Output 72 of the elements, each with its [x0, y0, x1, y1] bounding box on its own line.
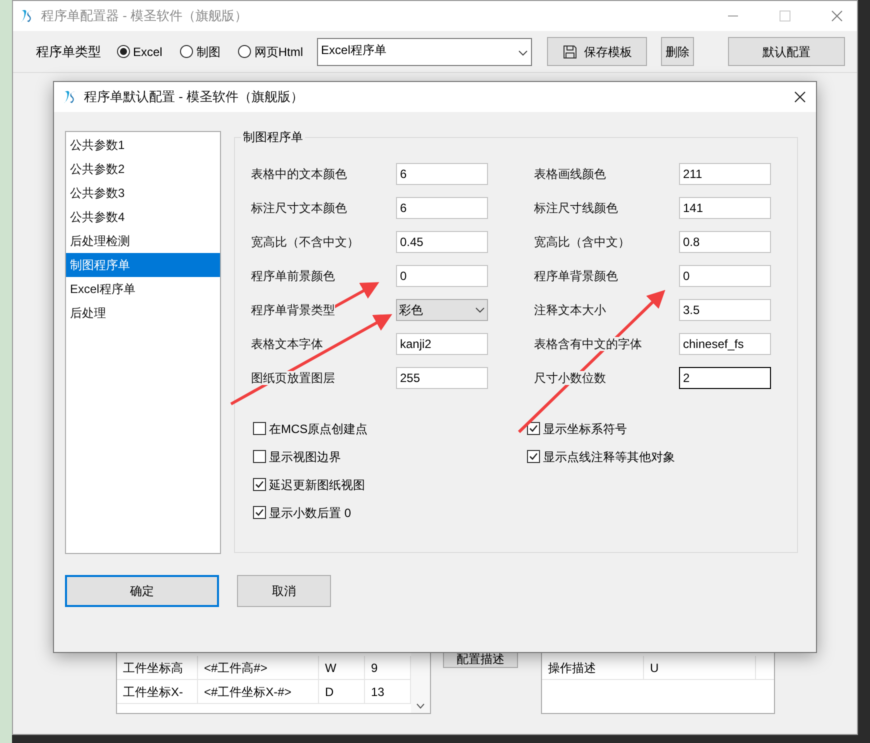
list-item[interactable]: 公共参数4 [66, 205, 220, 229]
table-cell: W [319, 656, 365, 679]
input-field[interactable]: 0 [679, 265, 771, 287]
field-label: 尺寸小数位数 [534, 371, 606, 385]
field-label: 标注尺寸文本颜色 [251, 201, 347, 215]
dialog-title: 程序单默认配置 - 模圣软件（旗舰版） [84, 88, 304, 106]
list-item[interactable]: 公共参数2 [66, 157, 220, 181]
input-field[interactable]: 0 [396, 265, 488, 287]
checkbox-label: 显示点线注释等其他对象 [543, 448, 675, 466]
cancel-button[interactable]: 取消 [237, 575, 331, 607]
input-field[interactable]: kanji2 [396, 333, 488, 355]
save-icon [562, 44, 578, 60]
input-field[interactable]: 0.8 [679, 231, 771, 253]
input-field[interactable]: chinesef_fs [679, 333, 771, 355]
table-cell: 工件坐标X- [117, 680, 198, 703]
list-item[interactable]: 制图程序单 [66, 253, 220, 277]
radio-option[interactable]: Excel [117, 42, 162, 60]
checkbox-label: 延迟更新图纸视图 [269, 476, 365, 494]
list-item[interactable]: 公共参数3 [66, 181, 220, 205]
field-label: 程序单背景颜色 [534, 269, 618, 283]
field-label: 表格含有中文的字体 [534, 337, 642, 351]
table-cell: 工件坐标高 [117, 656, 198, 679]
ok-button[interactable]: 确定 [65, 575, 219, 607]
template-dropdown[interactable]: Excel程序单 [317, 38, 532, 66]
checkbox[interactable] [527, 450, 540, 463]
input-field[interactable]: 0.45 [396, 231, 488, 253]
list-item[interactable]: 后处理 [66, 301, 220, 325]
window-title: 程序单配置器 - 模圣软件（旗舰版） [41, 7, 248, 26]
field-label: 注释文本大小 [534, 303, 606, 317]
list-item[interactable]: 公共参数1 [66, 133, 220, 157]
checkbox-label: 在MCS原点创建点 [269, 420, 368, 438]
field-label: 图纸页放置图层 [251, 371, 335, 385]
checkbox-label: 显示小数后置 0 [269, 504, 352, 522]
checkbox-label: 显示坐标系符号 [543, 420, 627, 438]
list-item[interactable]: 后处理检测 [66, 229, 220, 253]
field-label: 表格中的文本颜色 [251, 167, 347, 181]
input-field[interactable]: 211 [679, 163, 771, 185]
save-template-button[interactable]: 保存模板 [547, 37, 648, 66]
scroll-down-icon[interactable] [416, 703, 425, 709]
input-field[interactable]: 2 [679, 367, 771, 389]
input-field[interactable]: 6 [396, 197, 488, 219]
caret-icon [518, 50, 528, 56]
checkbox[interactable] [253, 506, 266, 519]
input-field[interactable]: 141 [679, 197, 771, 219]
input-field[interactable]: 6 [396, 163, 488, 185]
delete-button[interactable]: 删除 [661, 37, 694, 66]
input-field[interactable]: 3.5 [679, 299, 771, 321]
group-title: 制图程序单 [241, 128, 305, 146]
checkbox[interactable] [527, 422, 540, 435]
table-cell: <#工件坐标X-#> [198, 680, 319, 703]
field-label: 表格画线颜色 [534, 167, 606, 181]
field-label: 程序单背景类型 [251, 303, 335, 317]
checkbox[interactable] [253, 422, 266, 435]
table-cell: D [319, 680, 365, 703]
type-label: 程序单类型 [36, 42, 101, 61]
checkbox[interactable] [253, 478, 266, 491]
default-config-button[interactable]: 默认配置 [728, 37, 846, 66]
field-label: 程序单前景颜色 [251, 269, 335, 283]
list-item[interactable]: Excel程序单 [66, 277, 220, 301]
close-icon[interactable] [794, 91, 806, 103]
checkbox[interactable] [253, 450, 266, 463]
field-label: 标注尺寸线颜色 [534, 201, 618, 215]
caret-icon [475, 307, 485, 313]
checkbox-label: 显示视图边界 [269, 448, 341, 466]
input-field[interactable]: 255 [396, 367, 488, 389]
dropdown[interactable]: 彩色 [396, 299, 488, 321]
radio-option[interactable]: 网页Html [238, 42, 304, 60]
table-cell: U [644, 656, 756, 679]
table-cell: <#工件高#> [198, 656, 319, 679]
field-label: 表格文本字体 [251, 337, 323, 351]
table-cell: 操作描述 [542, 656, 644, 679]
radio-option[interactable]: 制图 [180, 42, 220, 60]
